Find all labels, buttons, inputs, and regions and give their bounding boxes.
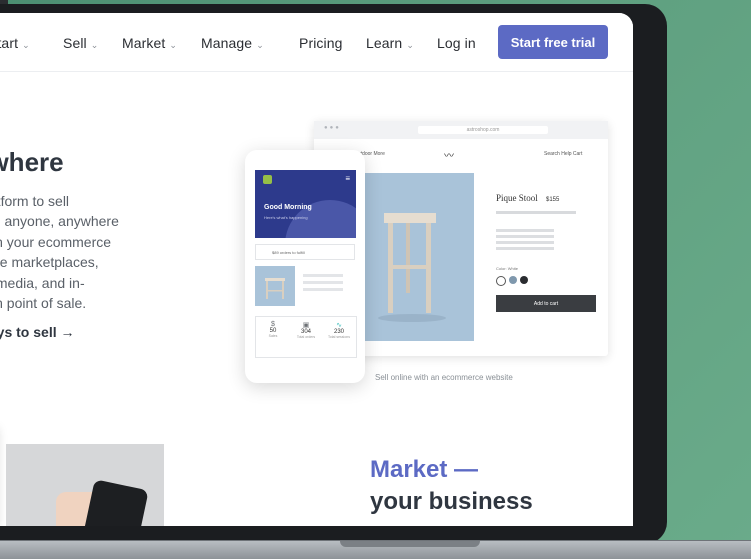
chevron-down-icon: ⌄ [406,40,414,50]
product-text-lines [303,274,343,295]
product-description [496,211,576,214]
stat-label: Sales [268,334,278,338]
color-swatches [496,276,528,286]
phone-greeting: Good Morning [264,204,312,211]
market-heading-accent: Market — [370,456,479,483]
swatch-white[interactable] [496,276,506,286]
phone-in-hand [78,479,149,526]
shopify-bag-icon [263,175,272,184]
laptop-bezel: Start⌄ Sell⌄ Market⌄ Manage⌄ Pricing Lea… [0,4,667,544]
explore-ways-to-sell-link[interactable]: ways to sell → [0,324,74,340]
orders-card: $89 orders to fulfill [255,244,355,260]
phone-product-thumbnail [255,266,295,306]
nav-start-label: Start [0,35,19,51]
nav-market[interactable]: Market ⌄ [122,35,177,51]
nav-manage[interactable]: Manage ⌄ [201,35,264,51]
stat-sessions: ∿ 230 Total sessions [324,321,354,339]
hamburger-icon: ≡ [345,174,350,183]
stat-sales: $ 50 Sales [258,321,288,338]
chevron-down-icon: ⌄ [90,40,99,50]
dollar-icon: $ [271,321,275,328]
add-to-cart-button[interactable]: Add to cart [496,295,596,312]
chevron-down-icon: ⌄ [22,40,30,50]
chevron-down-icon: ⌄ [256,40,264,50]
product-features [496,229,554,253]
nav-pricing-label: Pricing [299,35,343,51]
swatch-label: Color: White [496,266,519,271]
desktop-mockup-caption: Sell online with an ecommerce website [375,373,513,382]
phone-header: ≡ Good Morning Here's what's happening [255,170,356,238]
store-logo-icon: 〰 [444,151,454,162]
swatch-blue[interactable] [509,276,517,284]
hero-line: ial media, and in- [0,274,85,291]
nav-login[interactable]: Log in [437,35,476,51]
stool-illustration [378,213,446,322]
stat-label: Total orders [296,335,316,339]
start-free-trial-button[interactable]: Start free trial [498,25,608,59]
hero-line: with your ecommerce [0,233,112,250]
store-right-nav: Search Help Cart [544,151,583,157]
hand-phone-photo [6,444,164,526]
stool-product-image [362,173,474,341]
laptop-base [0,540,751,559]
top-nav: Start⌄ Sell⌄ Market⌄ Manage⌄ Pricing Lea… [0,13,633,72]
hero-body: platform to sell s to anyone, anywhere w… [0,191,128,313]
product-title: Pique Stool [496,193,538,203]
nav-manage-label: Manage [201,35,253,51]
hero-line: s to anyone, anywhere [0,213,119,230]
nav-market-label: Market [122,35,166,51]
nav-sell-label: Sell [63,35,87,51]
laptop-screen: Start⌄ Sell⌄ Market⌄ Manage⌄ Pricing Lea… [0,13,633,526]
stool-illustration [265,278,285,299]
inbox-icon: ▣ [302,322,310,329]
stat-label: Total sessions [328,335,350,339]
activity-icon: ∿ [336,322,342,329]
nav-learn-label: Learn [366,35,403,51]
phone-admin-mockup: ≡ Good Morning Here's what's happening $… [245,150,365,383]
phone-subtitle: Here's what's happening [264,215,308,220]
nav-sell[interactable]: Sell ⌄ [63,35,98,51]
hero-line: platform to sell [0,193,70,209]
browser-url: astroshop.com [418,126,548,134]
nav-start[interactable]: Start⌄ [0,35,30,51]
laptop-notch [340,541,480,547]
market-heading-main: your business [370,488,533,515]
swatch-black[interactable] [520,276,528,284]
nav-learn[interactable]: Learn ⌄ [366,35,414,51]
window-dots-icon: ●●● [324,125,341,131]
chevron-down-icon: ⌄ [169,40,178,50]
stats-panel: $ 50 Sales ▣ 304 Total orders ∿ 230 Tota… [255,316,357,358]
nav-login-label: Log in [437,35,476,51]
stat-orders: ▣ 304 Total orders [291,321,321,339]
hero-line: nline marketplaces, [0,254,99,271]
hero-line: with point of sale. [0,295,87,312]
browser-bar: ●●● astroshop.com [314,121,608,139]
product-price: $155 [546,197,560,203]
hero-title: ywhere [0,147,64,177]
nav-pricing[interactable]: Pricing [299,35,343,51]
